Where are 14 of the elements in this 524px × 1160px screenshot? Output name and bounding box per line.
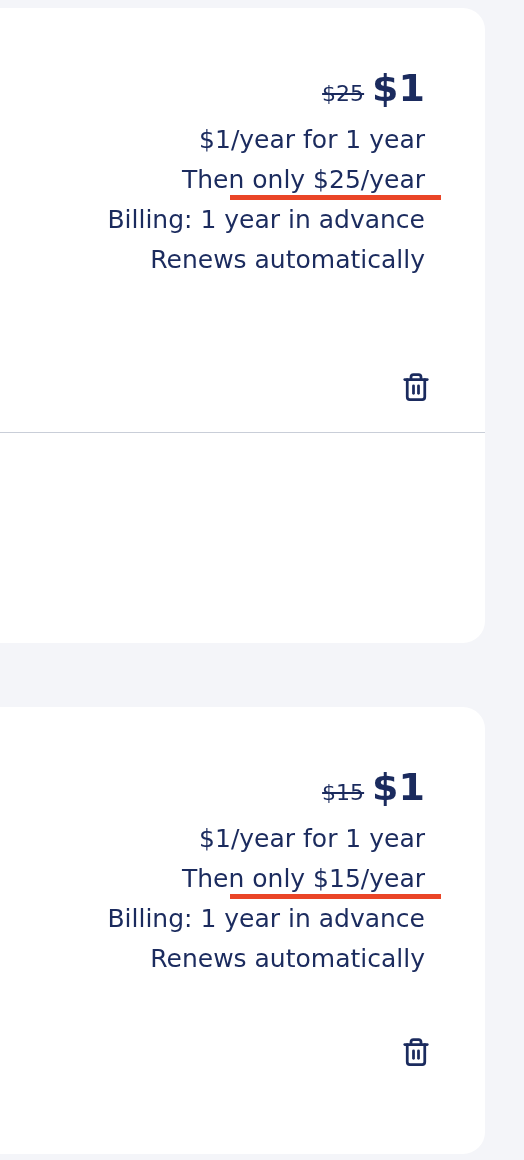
plan-detail: Renews automatically xyxy=(150,943,425,975)
plan-detail: Then only $15/year xyxy=(181,859,425,899)
plan-detail: Billing: 1 year in advance xyxy=(107,204,425,236)
original-price: $15 xyxy=(322,780,365,805)
plan-detail: Then only $25/year xyxy=(181,160,425,200)
trash-icon[interactable] xyxy=(401,1037,431,1067)
price: $1 xyxy=(372,765,425,809)
trash-icon[interactable] xyxy=(401,372,431,402)
price: $1 xyxy=(372,66,425,110)
plan-detail: $1/year for 1 year xyxy=(199,124,425,156)
plan-detail: Billing: 1 year in advance xyxy=(107,903,425,935)
plan-detail: Renews automatically xyxy=(150,244,425,276)
original-price: $25 xyxy=(322,81,365,106)
plan-detail: $1/year for 1 year xyxy=(199,823,425,855)
